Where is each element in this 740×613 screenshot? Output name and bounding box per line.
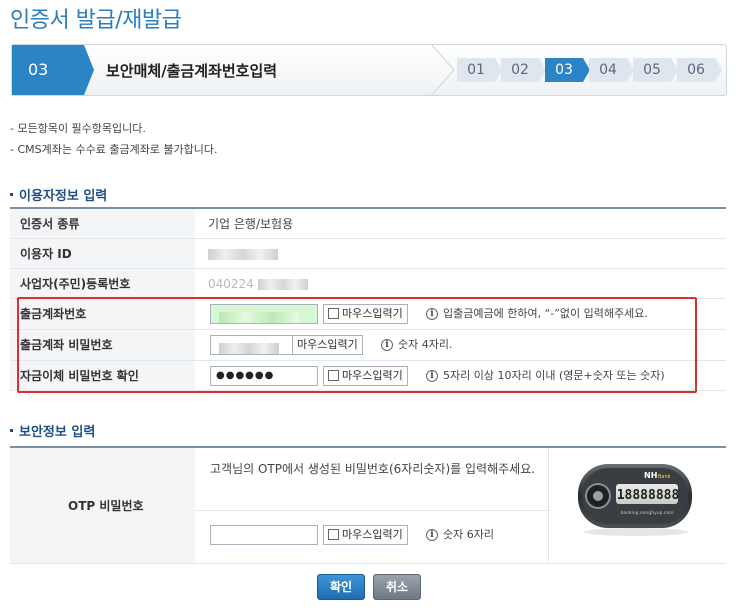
checkbox-icon <box>328 307 339 319</box>
row-reg-number: 사업자(주민)등록번호 040224 <box>10 269 726 299</box>
checkbox-icon <box>328 528 339 540</box>
otp-label: OTP 비밀번호 <box>10 448 195 563</box>
row-user-id: 이용자 ID <box>10 239 726 269</box>
otp-column-divider <box>548 448 549 563</box>
user-id-label: 이용자 ID <box>10 239 195 268</box>
info-icon: i <box>426 529 438 541</box>
masked-account-number <box>219 311 299 323</box>
reg-number-value: 040224 <box>208 269 308 298</box>
row-cert-type: 인증서 종류 기업 은행/보험용 <box>10 209 726 239</box>
transfer-password-input[interactable]: ●●●●●● <box>210 366 318 386</box>
step-03: 03 <box>545 58 590 82</box>
confirm-button[interactable]: 확인 <box>317 574 365 600</box>
otp-token-icon: 18888888 NH Bank banking.nonghyup.com <box>578 464 692 536</box>
step-04: 04 <box>589 58 634 82</box>
otp-device-brand: NH <box>644 471 657 480</box>
bullet-icon <box>10 193 13 196</box>
step-divider-chevron <box>431 45 455 95</box>
otp-device-url: banking.nonghyup.com <box>620 510 673 516</box>
account-number-hint: 입출금예금에 한하여, “-”없이 입력해주세요. <box>443 307 648 320</box>
info-icon: i <box>381 339 393 351</box>
otp-input[interactable] <box>210 525 318 545</box>
page-title: 인증서 발급/재발급 <box>10 8 182 33</box>
masked-user-id <box>208 249 278 260</box>
account-number-label: 출금계좌번호 <box>10 299 195 329</box>
account-number-mouse-button[interactable]: 마우스입력기 <box>323 304 408 324</box>
user-info-table: 인증서 종류 기업 은행/보험용 이용자 ID 사업자(주민)등록번호 0402… <box>10 207 726 391</box>
info-icon: i <box>426 308 438 320</box>
info-icon: i <box>426 370 438 382</box>
step-05: 05 <box>633 58 678 82</box>
user-id-value <box>208 239 278 268</box>
step-02: 02 <box>501 58 546 82</box>
account-password-hint: 숫자 4자리. <box>398 338 453 351</box>
masked-account-password <box>219 342 279 354</box>
current-step-badge: 03 <box>12 45 84 95</box>
transfer-password-label: 자금이체 비밀번호 확인 <box>10 361 195 390</box>
bullet-icon <box>10 429 13 432</box>
otp-description: 고객님의 OTP에서 생성된 비밀번호(6자리숫자)를 입력해주세요. <box>210 462 536 476</box>
step-06: 06 <box>677 58 722 82</box>
checkbox-icon <box>328 369 339 381</box>
step-progress-bar: 03 보안매체/출금계좌번호입력 01 02 03 04 05 06 <box>11 44 727 96</box>
current-step-number: 03 <box>28 60 49 79</box>
account-password-label: 출금계좌 비밀번호 <box>10 330 195 360</box>
otp-row-divider <box>195 510 548 511</box>
transfer-password-mouse-button[interactable]: 마우스입력기 <box>323 366 408 386</box>
row-account-password: 출금계좌 비밀번호 <box>10 330 726 361</box>
account-password-input[interactable] <box>210 335 296 355</box>
notice-required: - 모든항목이 필수항목입니다. <box>10 122 146 135</box>
user-section-title: 이용자정보 입력 <box>10 185 107 204</box>
masked-reg-number <box>257 279 308 290</box>
current-step-arrow <box>84 45 94 95</box>
cert-type-value: 기업 은행/보험용 <box>208 217 294 231</box>
notice-cms: - CMS계좌는 수수료 출금계좌로 불가합니다. <box>10 143 218 156</box>
security-section-title: 보안정보 입력 <box>10 421 95 440</box>
cert-type-label: 인증서 종류 <box>10 209 195 238</box>
account-number-input[interactable] <box>210 304 318 324</box>
current-step-name: 보안매체/출금계좌번호입력 <box>106 62 278 80</box>
reg-number-prefix: 040224 <box>208 277 254 291</box>
otp-mouse-button[interactable]: 마우스입력기 <box>323 525 408 545</box>
reg-number-label: 사업자(주민)등록번호 <box>10 269 195 298</box>
otp-device-brand-sub: Bank <box>658 474 671 480</box>
cancel-button[interactable]: 취소 <box>373 574 421 600</box>
step-01: 01 <box>457 58 502 82</box>
otp-device-display: 18888888 <box>617 488 680 503</box>
transfer-password-hint: 5자리 이상 10자리 이내 (영문+숫자 또는 숫자) <box>443 369 665 382</box>
account-password-mouse-button[interactable]: 마우스입력기 <box>292 335 363 355</box>
otp-hint: 숫자 6자리 <box>443 528 494 541</box>
